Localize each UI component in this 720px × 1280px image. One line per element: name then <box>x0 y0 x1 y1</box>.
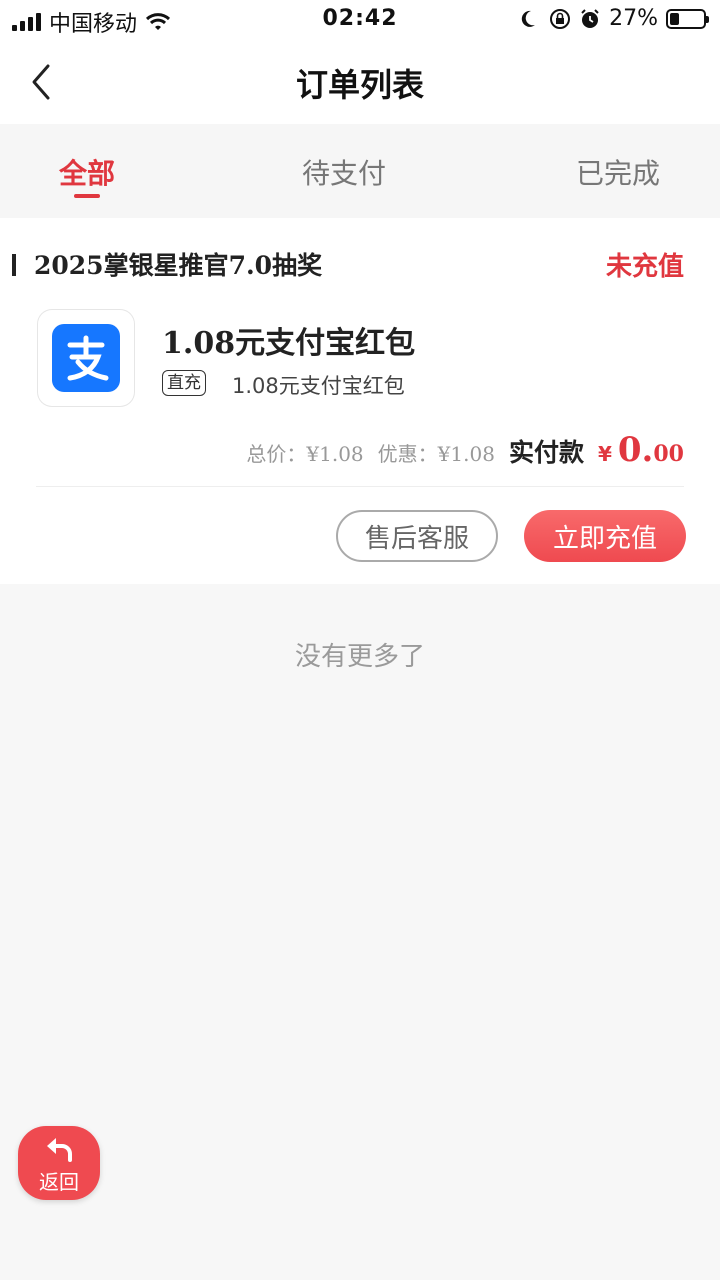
recharge-now-button[interactable]: 立即充值 <box>524 510 686 562</box>
paid-label: 实付款 <box>508 438 584 467</box>
product-title: 1.08元支付宝红包 <box>162 326 416 361</box>
battery-percent: 27% <box>609 6 658 31</box>
rotation-lock-icon <box>550 8 571 29</box>
divider <box>36 486 684 487</box>
order-tabs: 全部 待支付 已完成 <box>0 124 720 218</box>
alipay-icon <box>52 324 120 392</box>
tab-label: 已完成 <box>575 157 660 190</box>
status-right: 27% <box>521 6 709 31</box>
tab-all[interactable]: 全部 <box>0 152 177 198</box>
floating-back-label: 返回 <box>39 1170 79 1194</box>
tab-pending-payment[interactable]: 待支付 <box>254 152 434 192</box>
after-sale-service-button[interactable]: 售后客服 <box>336 510 498 562</box>
product-image <box>38 310 134 406</box>
battery-icon <box>666 8 709 29</box>
moon-icon <box>521 10 536 27</box>
alarm-icon <box>581 8 599 28</box>
page-title: 订单列表 <box>295 66 424 104</box>
tab-completed[interactable]: 已完成 <box>528 152 708 192</box>
nav-bar: 订单列表 <box>0 40 720 124</box>
no-more-text: 没有更多了 <box>294 642 425 672</box>
product-subtitle: 1.08元支付宝红包 <box>232 374 405 398</box>
return-arrow-icon <box>47 1138 72 1162</box>
price-summary: 总价：¥1.08 优惠：¥1.08 实付款 ¥ 0.00 <box>246 430 684 470</box>
floating-back-button[interactable]: 返回 <box>18 1126 100 1200</box>
store-marker <box>12 254 16 276</box>
total-price: 总价：¥1.08 <box>246 442 364 466</box>
paid-integer: 0. <box>617 430 654 470</box>
direct-recharge-tag: 直充 <box>162 370 206 396</box>
discount-amount: 优惠：¥1.08 <box>377 442 495 466</box>
paid-decimal: 00 <box>653 441 684 467</box>
tab-active-indicator <box>74 194 100 198</box>
currency-symbol: ¥ <box>597 442 612 466</box>
order-status: 未充值 <box>605 252 684 282</box>
order-card[interactable]: 2025掌银星推官7.0抽奖 未充值 1.08元支付宝红包 直充 1.08元支付… <box>0 218 720 584</box>
tab-label: 待支付 <box>301 157 386 190</box>
tab-label: 全部 <box>58 157 115 190</box>
paid-amount: ¥ 0.00 <box>598 430 684 470</box>
store-name: 2025掌银星推官7.0抽奖 <box>34 251 323 280</box>
status-bar: 中国移动 02:42 27% <box>0 0 720 40</box>
